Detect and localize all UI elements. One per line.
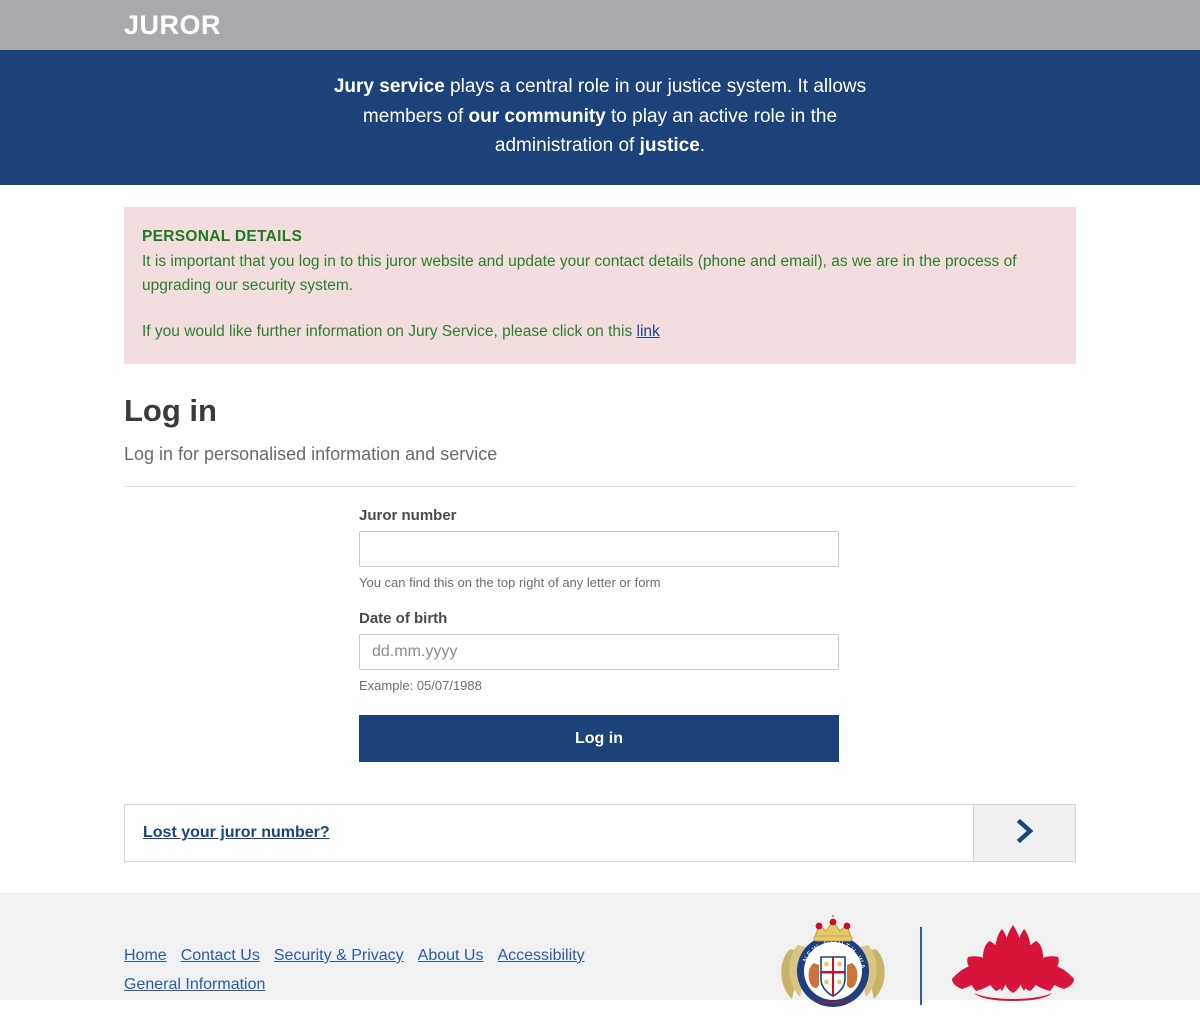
alert-body-text: It is important that you log in to this … — [142, 252, 1017, 294]
hero-line2-rest: to play an active role in the — [605, 105, 838, 127]
lost-juror-number-arrow-button[interactable] — [973, 805, 1075, 862]
brand-logo-juror[interactable]: JUROR — [124, 11, 221, 39]
footer-link-accessibility[interactable]: Accessibility — [497, 941, 584, 970]
date-of-birth-hint: Example: 05/07/1988 — [359, 678, 482, 694]
nsw-coat-of-arms-logo: NEW SOUTH WALES — [771, 910, 892, 1016]
footer-link-contact-us[interactable]: Contact Us — [181, 941, 260, 970]
hero-banner-text: Jury service plays a central role in our… — [310, 72, 890, 161]
main-content: PERSONAL DETAILS It is important that yo… — [124, 206, 1076, 863]
footer-logos: NEW SOUTH WALES — [771, 910, 1076, 1016]
page-subtitle: Log in for personalised information and … — [124, 444, 498, 465]
hero-bold-jury-service: Jury service — [333, 76, 445, 97]
juror-number-field-group: Juror number You can find this on the to… — [359, 507, 1076, 590]
nsw-waratah-logo — [950, 925, 1076, 1006]
footer-link-about-us[interactable]: About Us — [418, 941, 484, 970]
page-title: Log in — [124, 392, 217, 428]
footer-link-general-information[interactable]: General Information — [124, 970, 265, 999]
lost-juror-number-bar[interactable]: Lost your juror number? — [124, 804, 1076, 863]
site-header: JUROR — [0, 0, 1200, 50]
chevron-right-icon — [1014, 818, 1036, 849]
juror-number-input[interactable] — [359, 531, 839, 568]
juror-number-label: Juror number — [359, 507, 457, 525]
hero-bold-our-community: our community — [468, 105, 606, 127]
alert-title: PERSONAL DETAILS — [142, 227, 303, 245]
footer-link-home[interactable]: Home — [124, 941, 167, 970]
lost-juror-number-link[interactable]: Lost your juror number? — [125, 805, 973, 861]
alert-second-text: If you would like further information on… — [142, 322, 637, 340]
login-form: Juror number You can find this on the to… — [124, 507, 1076, 763]
footer-link-security-privacy[interactable]: Security & Privacy — [274, 941, 404, 970]
date-of-birth-label: Date of birth — [359, 610, 448, 628]
hero-line3-rest: . — [699, 135, 706, 156]
hero-bold-justice: justice — [639, 135, 700, 156]
alert-second-paragraph: If you would like further information on… — [142, 320, 1058, 344]
alert-spacer — [142, 298, 1058, 320]
site-footer: Home Contact Us Security & Privacy About Us… — [0, 893, 1200, 1007]
hero-banner: Jury service plays a central role in our… — [0, 50, 1200, 185]
log-in-button[interactable]: Log in — [359, 715, 839, 763]
juror-number-hint: You can find this on the top right of an… — [359, 575, 661, 591]
footer-links: Home Contact Us Security & Privacy About Us… — [124, 941, 644, 999]
personal-details-alert: PERSONAL DETAILS It is important that yo… — [124, 206, 1076, 364]
footer-logo-divider — [920, 926, 922, 1005]
hero-line1-rest: plays a central role in our justice syst… — [444, 76, 867, 97]
section-divider — [124, 486, 1076, 488]
hero-line3-pre: administration of — [494, 135, 640, 156]
date-of-birth-input[interactable] — [359, 634, 839, 671]
date-of-birth-field-group: Date of birth Example: 05/07/1988 — [359, 610, 1076, 693]
alert-more-info-link[interactable]: link — [637, 323, 660, 340]
footer-inner: Home Contact Us Security & Privacy About Us… — [124, 893, 1076, 1016]
hero-line2-pre: members of — [362, 105, 469, 127]
